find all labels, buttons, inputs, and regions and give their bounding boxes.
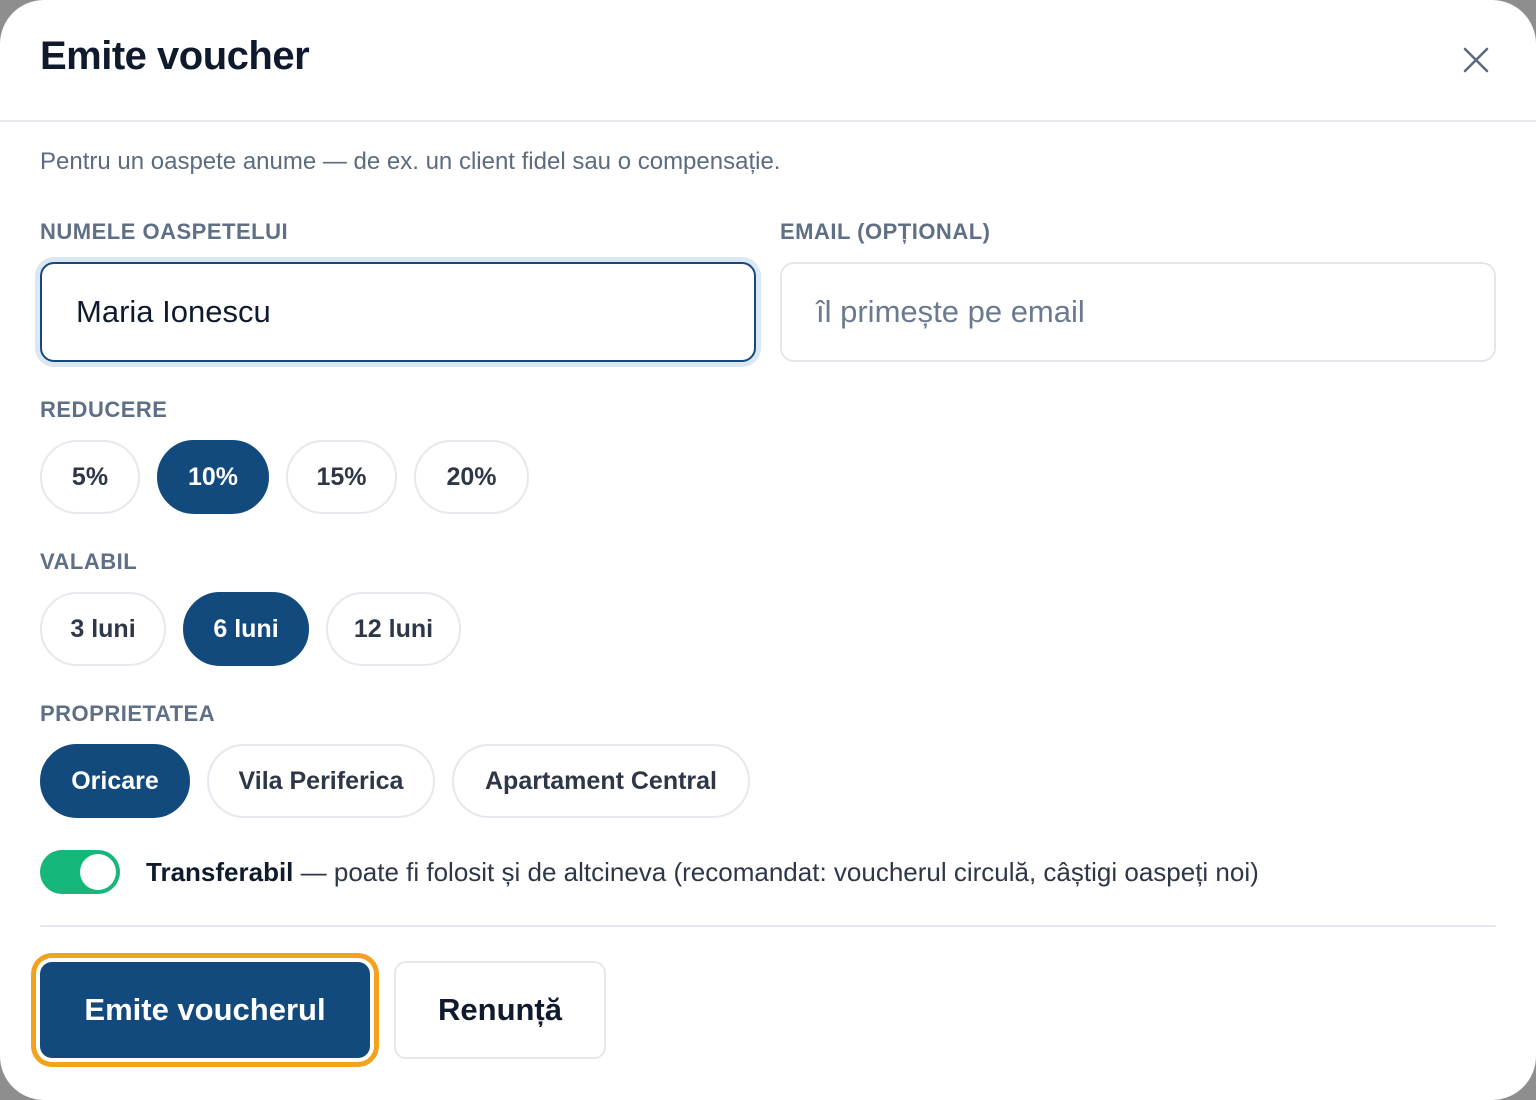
cancel-button[interactable]: Renunță	[394, 961, 606, 1059]
transferable-text: Transferabil — poate fi folosit și de al…	[146, 857, 1259, 888]
issue-voucher-button[interactable]: Emite voucherul	[40, 962, 370, 1058]
discount-option-15[interactable]: 15%	[286, 440, 397, 514]
property-option-apartament-central[interactable]: Apartament Central	[452, 744, 750, 818]
discount-option-10[interactable]: 10%	[157, 440, 269, 514]
dialog-header: Emite voucher	[0, 0, 1536, 122]
dialog-subtitle: Pentru un oaspete anume — de ex. un clie…	[40, 148, 781, 175]
discount-label: REDUCERE	[40, 397, 168, 422]
email-input[interactable]: îl primește pe email	[780, 262, 1496, 362]
transferable-description: — poate fi folosit și de altcineva (reco…	[293, 856, 1259, 887]
property-option-any[interactable]: Oricare	[40, 744, 190, 818]
discount-option-5[interactable]: 5%	[40, 440, 140, 514]
close-icon	[1463, 47, 1489, 73]
email-label: EMAIL (OPȚIONAL)	[780, 219, 991, 244]
discount-options: 5% 10% 15% 20%	[40, 440, 529, 514]
discount-option-20[interactable]: 20%	[414, 440, 529, 514]
validity-options: 3 luni 6 luni 12 luni	[40, 592, 461, 666]
issue-voucher-dialog: Emite voucher Pentru un oaspete anume — …	[0, 0, 1536, 1100]
guest-name-label: NUMELE OASPETELUI	[40, 219, 289, 244]
guest-name-value: Maria Ionescu	[76, 294, 271, 329]
validity-label: VALABIL	[40, 549, 138, 574]
toggle-knob	[80, 854, 116, 890]
guest-name-input[interactable]: Maria Ionescu	[40, 262, 756, 362]
validity-option-6-months[interactable]: 6 luni	[183, 592, 309, 666]
validity-option-12-months[interactable]: 12 luni	[326, 592, 461, 666]
property-options: Oricare Vila Periferica Apartament Centr…	[40, 744, 750, 818]
footer-divider	[40, 925, 1496, 927]
transferable-title: Transferabil	[146, 856, 294, 887]
close-button[interactable]	[1456, 40, 1496, 80]
transferable-row: Transferabil — poate fi folosit și de al…	[40, 850, 1259, 894]
dialog-title: Emite voucher	[40, 34, 310, 78]
transferable-toggle[interactable]	[40, 850, 120, 894]
property-label: PROPRIETATEA	[40, 701, 216, 726]
email-placeholder: îl primește pe email	[816, 294, 1085, 329]
property-option-vila-periferica[interactable]: Vila Periferica	[207, 744, 435, 818]
validity-option-3-months[interactable]: 3 luni	[40, 592, 166, 666]
